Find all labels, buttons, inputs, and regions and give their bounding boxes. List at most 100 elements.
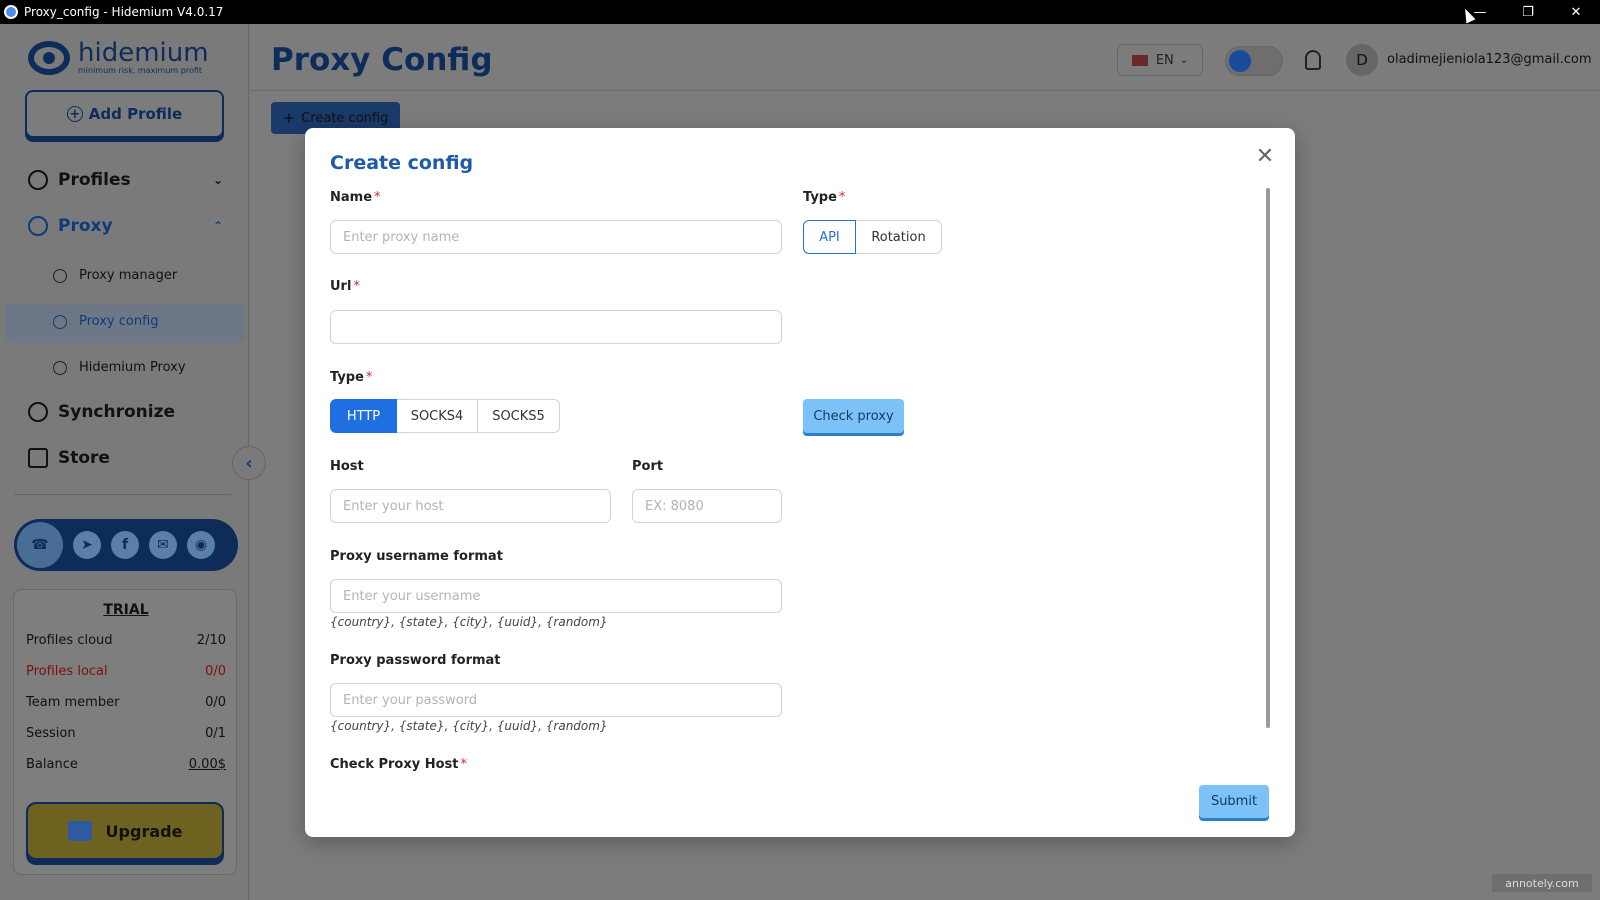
create-config-modal: Create config ✕ Name* Type* API Rotation… (305, 128, 1295, 837)
stat-value: 0/0 (205, 695, 226, 710)
wallet-icon (67, 821, 92, 841)
window-controls: — ❐ ✕ (1456, 0, 1600, 24)
brand-name: hidemium (78, 38, 209, 68)
port-label: Port (632, 459, 664, 474)
username-format-label: Proxy username format (330, 549, 503, 564)
store-icon (28, 448, 48, 468)
type-option-rotation[interactable]: Rotation (855, 220, 942, 254)
sidebar-subitem-proxy-config[interactable]: Proxy config (53, 314, 159, 329)
globe-icon (53, 314, 67, 329)
password-format-label: Proxy password format (330, 653, 501, 668)
modal-scrollbar[interactable] (1266, 188, 1270, 728)
url-input[interactable] (330, 310, 782, 344)
balance-link[interactable]: 0.00$ (189, 757, 226, 772)
type-option-api[interactable]: API (803, 220, 856, 254)
sidebar-subitem-hidemium-proxy[interactable]: Hidemium Proxy (53, 360, 186, 375)
uk-flag-icon (1131, 54, 1148, 66)
protocol-option-http[interactable]: HTTP (330, 399, 397, 433)
app-icon (4, 5, 18, 19)
email-icon[interactable]: ✉ (149, 531, 177, 559)
facebook-icon[interactable]: f (111, 531, 139, 559)
check-proxy-host-label: Check Proxy Host * (330, 757, 467, 772)
stat-label: Team member (26, 695, 120, 710)
protocol-type-toggle: HTTP SOCKS4 SOCKS5 (330, 399, 560, 433)
sync-icon (28, 402, 48, 422)
window-title: Proxy_config - Hidemium V4.0.17 (24, 5, 224, 19)
name-label: Name * (330, 190, 381, 205)
logo-eye-icon (28, 40, 70, 75)
source-type-toggle: API Rotation (803, 220, 942, 254)
modal-title: Create config (330, 152, 474, 174)
header-divider (250, 90, 1600, 91)
page-title: Proxy Config (271, 42, 493, 78)
sidebar-subitem-proxy-manager[interactable]: Proxy manager (53, 268, 177, 283)
theme-toggle[interactable] (1225, 46, 1283, 76)
stat-value: 0/1 (205, 726, 226, 741)
password-format-hint: {country}, {state}, {city}, {uuid}, {ran… (330, 719, 608, 733)
check-proxy-button[interactable]: Check proxy (803, 399, 904, 433)
restore-button[interactable]: ❐ (1504, 0, 1552, 24)
sidebar-item-synchronize[interactable]: Synchronize (28, 402, 175, 422)
add-profile-button[interactable]: + Add Profile (25, 90, 224, 138)
sidebar-item-label: Store (58, 448, 110, 468)
username-format-input[interactable] (330, 579, 782, 613)
logo: hidemium minimum risk, maximum profit (28, 40, 209, 75)
sidebar-item-proxy[interactable]: Proxy ⌃ (28, 216, 223, 236)
upgrade-button[interactable]: Upgrade (26, 802, 224, 860)
language-label: EN (1155, 52, 1174, 68)
chevron-down-icon: ⌄ (1179, 54, 1189, 66)
website-icon[interactable]: ◉ (187, 531, 215, 559)
brand-tagline: minimum risk, maximum profit (78, 66, 203, 75)
scrollbar-thumb[interactable] (1266, 188, 1270, 728)
sidebar-subitem-label: Proxy config (79, 314, 159, 329)
profiles-icon (28, 170, 48, 190)
required-marker: * (838, 190, 846, 205)
collapse-sidebar-button[interactable]: ‹ (232, 446, 266, 480)
stat-value: 0/0 (205, 664, 226, 679)
required-marker: * (353, 279, 360, 294)
plus-circle-icon: + (66, 106, 83, 122)
sidebar: hidemium minimum risk, maximum profit + … (0, 24, 249, 900)
check-proxy-host-label-text: Check Proxy Host (330, 757, 459, 772)
stat-session: Session 0/1 (26, 726, 226, 741)
protocol-option-socks4[interactable]: SOCKS4 (396, 399, 478, 433)
sidebar-item-label: Profiles (58, 170, 131, 190)
sidebar-item-label: Synchronize (58, 402, 176, 422)
submit-button[interactable]: Submit (1199, 785, 1269, 818)
sidebar-item-store[interactable]: Store (28, 448, 110, 468)
sidebar-subitem-label: Hidemium Proxy (79, 360, 186, 375)
required-marker: * (460, 757, 468, 772)
stat-value: 2/10 (196, 633, 226, 648)
stat-label: Session (26, 726, 76, 741)
sidebar-item-label: Proxy (58, 216, 113, 236)
sun-icon (1229, 50, 1251, 72)
source-type-label: Type * (803, 190, 845, 205)
stat-profiles-cloud: Profiles cloud 2/10 (26, 633, 226, 648)
watermark: annotely.com (1492, 874, 1592, 892)
sidebar-item-profiles[interactable]: Profiles ⌄ (28, 170, 223, 190)
support-icon[interactable]: ☎ (17, 522, 63, 568)
telegram-icon[interactable]: ➤ (73, 531, 101, 559)
password-format-input[interactable] (330, 683, 782, 717)
avatar[interactable]: D (1346, 44, 1378, 76)
close-window-button[interactable]: ✕ (1552, 0, 1600, 24)
required-marker: * (374, 190, 381, 205)
protocol-option-socks5[interactable]: SOCKS5 (477, 399, 560, 433)
close-icon[interactable]: ✕ (1255, 146, 1275, 168)
user-email[interactable]: oladimejieniola123@gmail.com (1387, 52, 1591, 67)
stat-team-member: Team member 0/0 (26, 695, 226, 710)
host-label: Host (330, 459, 364, 474)
port-input[interactable] (632, 489, 782, 523)
host-input[interactable] (330, 489, 611, 523)
chevron-down-icon: ⌄ (213, 173, 224, 187)
create-config-label: Create config (301, 110, 389, 126)
bell-icon[interactable] (1305, 50, 1321, 70)
url-label: Url * (330, 279, 360, 294)
language-selector[interactable]: EN ⌄ (1117, 44, 1203, 76)
proxy-name-input[interactable] (330, 220, 782, 254)
social-links: ☎ ➤ f ✉ ◉ (14, 519, 238, 571)
stat-label: Profiles cloud (26, 633, 113, 648)
stat-label: Balance (26, 757, 78, 772)
chevron-up-icon: ⌃ (213, 219, 224, 233)
protocol-type-label-text: Type (330, 370, 364, 385)
